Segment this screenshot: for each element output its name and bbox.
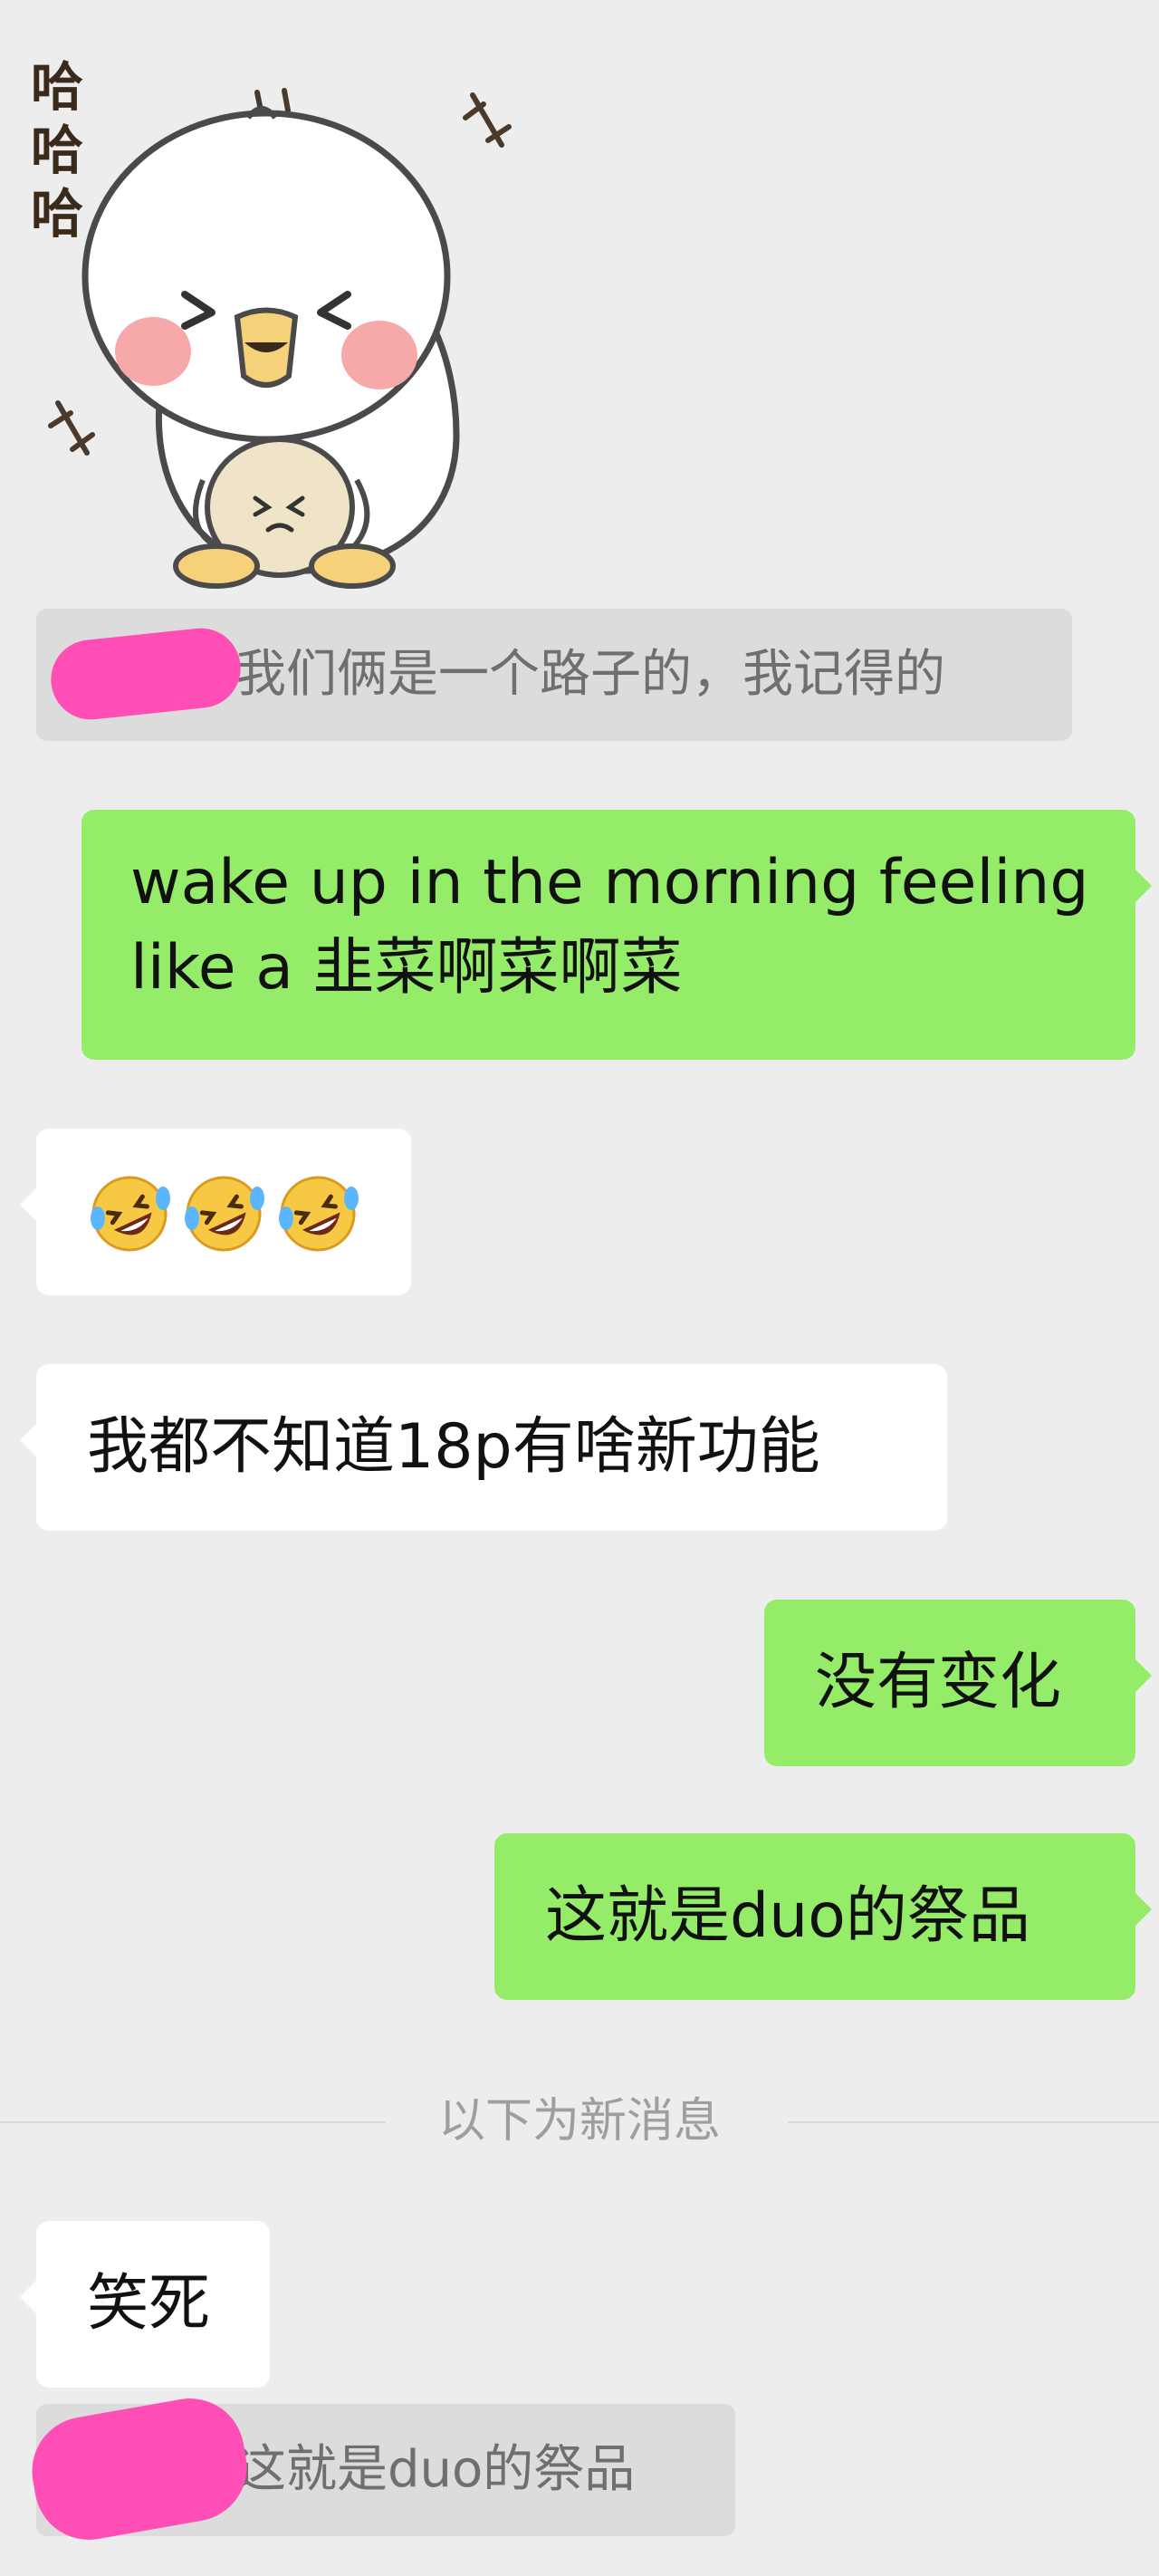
- redacted-avatar: [23, 2389, 256, 2549]
- divider-label: 以下为新消息: [437, 2094, 721, 2148]
- incoming-message-bubble[interactable]: 笑死: [20, 2221, 270, 2388]
- rolling-on-floor-laughing-emoji: [91, 1176, 170, 1252]
- duck-sticker-image: 哈 哈 哈: [31, 56, 512, 589]
- sticker-text-1: 哈: [31, 56, 83, 118]
- new-messages-divider: 以下为新消息: [0, 2094, 1159, 2148]
- message-line: wake up in the morning feeling: [130, 847, 1089, 918]
- message-text: 我都不知道18p有啥新功能: [87, 1411, 820, 1483]
- quoted-message[interactable]: 我们俩是一个路子的，我记得的: [36, 609, 1072, 741]
- quoted-message-text: 这就是duo的祭品: [235, 2440, 636, 2499]
- message-text: 笑死: [87, 2268, 211, 2340]
- outgoing-message-bubble[interactable]: 没有变化: [764, 1600, 1152, 1766]
- incoming-message-bubble[interactable]: 我都不知道18p有啥新功能: [20, 1364, 947, 1531]
- incoming-message-bubble[interactable]: [20, 1129, 411, 1295]
- message-text: 没有变化: [815, 1647, 1062, 1718]
- outgoing-message-bubble[interactable]: wake up in the morning feeling like a 韭菜…: [81, 810, 1152, 1060]
- message-line: like a 韭菜啊菜啊菜: [130, 932, 683, 1004]
- quoted-message-text: 我们俩是一个路子的，我记得的: [235, 645, 945, 704]
- sticker-text-3: 哈: [31, 183, 83, 245]
- outgoing-message-bubble[interactable]: 这就是duo的祭品: [494, 1833, 1152, 2000]
- laughing-duck-sticker[interactable]: 哈 哈 哈: [31, 54, 538, 589]
- rolling-on-floor-laughing-emoji: [185, 1176, 264, 1252]
- rolling-on-floor-laughing-emoji: [279, 1176, 359, 1252]
- sticker-text-2: 哈: [31, 120, 83, 181]
- redacted-avatar: [46, 624, 245, 724]
- quoted-message[interactable]: 这就是duo的祭品: [23, 2389, 735, 2549]
- message-text: 这就是duo的祭品: [545, 1880, 1030, 1952]
